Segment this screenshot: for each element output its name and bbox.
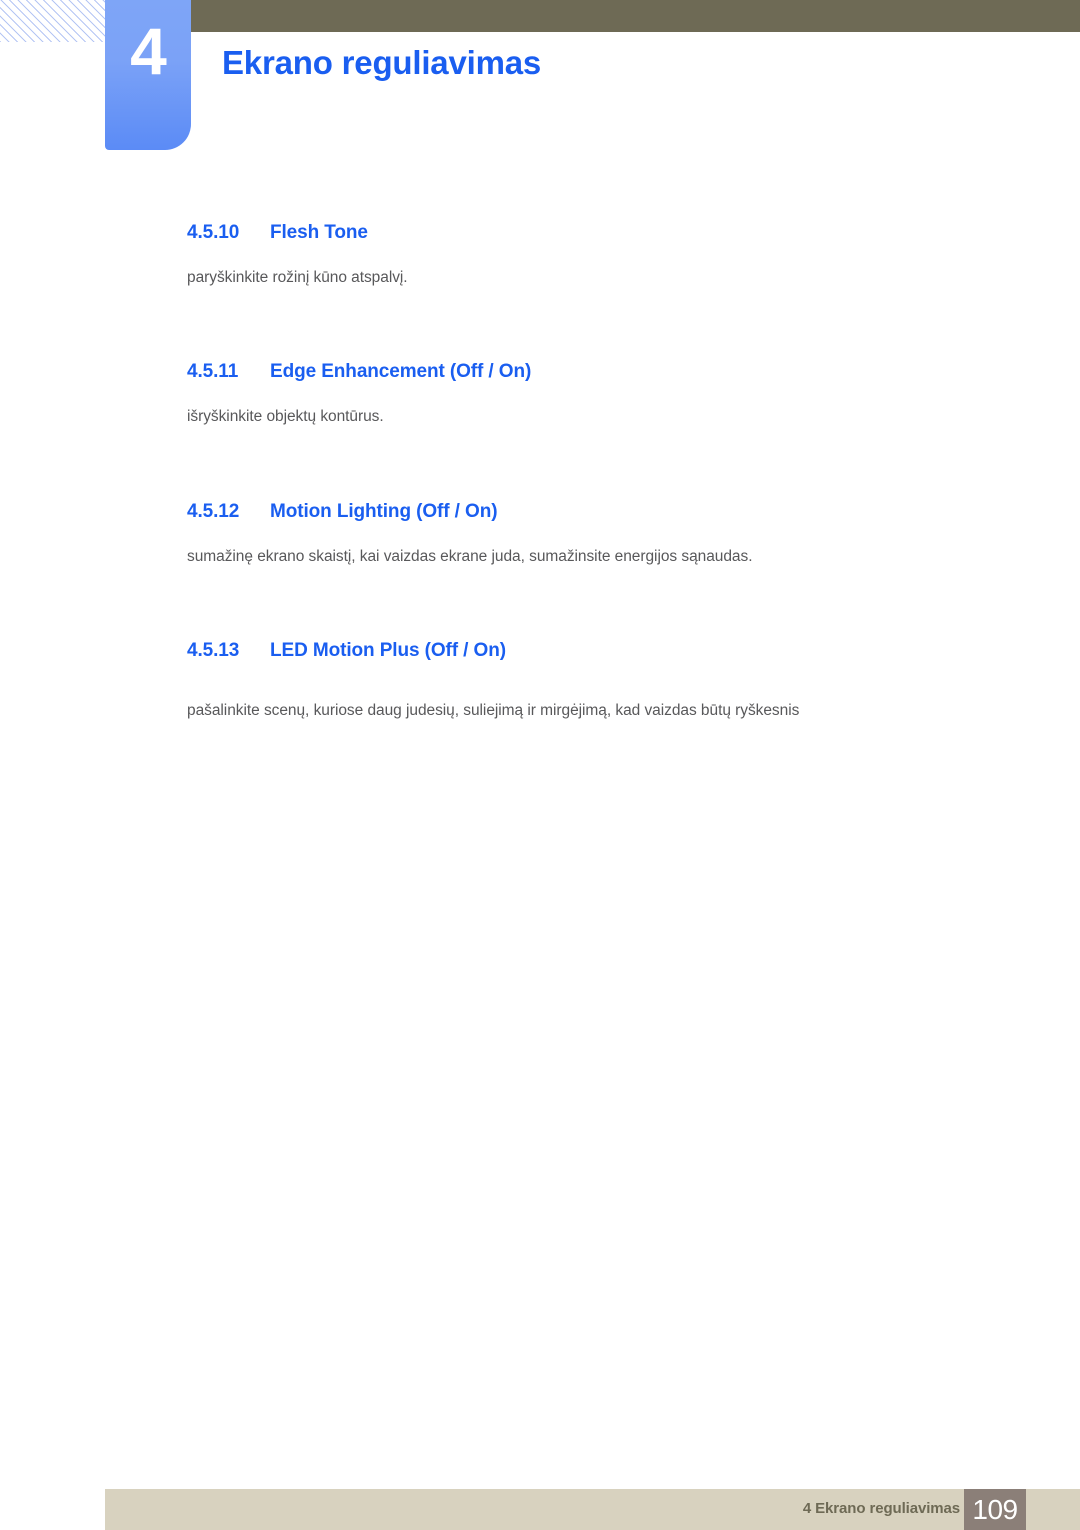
footer-chapter-label: 4 Ekrano reguliavimas xyxy=(802,1500,960,1517)
section-body: paryškinkite rožinį kūno atspalvį. xyxy=(187,269,408,286)
page-number: 109 xyxy=(972,1494,1018,1525)
chapter-title: Ekrano reguliavimas xyxy=(222,44,542,81)
header-bar xyxy=(190,0,1080,32)
section-heading: 4.5.11 Edge Enhancement (Off / On) xyxy=(0,361,1080,383)
section-title: LED Motion Plus (Off / On) xyxy=(270,640,506,662)
chapter-tab: 4 xyxy=(105,0,191,150)
section-body: sumažinę ekrano skaistį, kai vaizdas ekr… xyxy=(187,547,753,565)
section-title: Motion Lighting (Off / On) xyxy=(270,500,498,522)
section-4-5-10: 4.5.10 Flesh Tone paryškinkite rožinį kū… xyxy=(0,222,1080,289)
document-page: 4 Ekrano reguliavimas 4.5.10 Flesh Tone … xyxy=(0,0,1080,1530)
section-4-5-13: 4.5.13 LED Motion Plus (Off / On) pašali… xyxy=(0,640,1080,722)
section-number: 4.5.11 xyxy=(187,361,239,383)
section-title: Edge Enhancement (Off / On) xyxy=(270,361,532,383)
chapter-number: 4 xyxy=(130,14,167,88)
section-body: išryškinkite objektų kontūrus. xyxy=(187,408,384,426)
section-number: 4.5.13 xyxy=(187,640,240,662)
section-4-5-11: 4.5.11 Edge Enhancement (Off / On) išryš… xyxy=(0,361,1080,428)
section-title: Flesh Tone xyxy=(270,222,368,243)
section-number: 4.5.10 xyxy=(187,222,240,243)
section-heading: 4.5.13 LED Motion Plus (Off / On) xyxy=(0,640,1080,662)
document-content: 4.5.10 Flesh Tone paryškinkite rožinį kū… xyxy=(0,200,1080,723)
section-heading: 4.5.10 Flesh Tone xyxy=(0,222,1080,244)
header-hatch-decoration xyxy=(0,0,106,42)
section-body: pašalinkite scenų, kuriose daug judesių,… xyxy=(187,702,800,720)
section-number: 4.5.12 xyxy=(187,500,240,522)
section-4-5-12: 4.5.12 Motion Lighting (Off / On) sumaži… xyxy=(0,501,1080,568)
section-heading: 4.5.12 Motion Lighting (Off / On) xyxy=(0,501,1080,523)
